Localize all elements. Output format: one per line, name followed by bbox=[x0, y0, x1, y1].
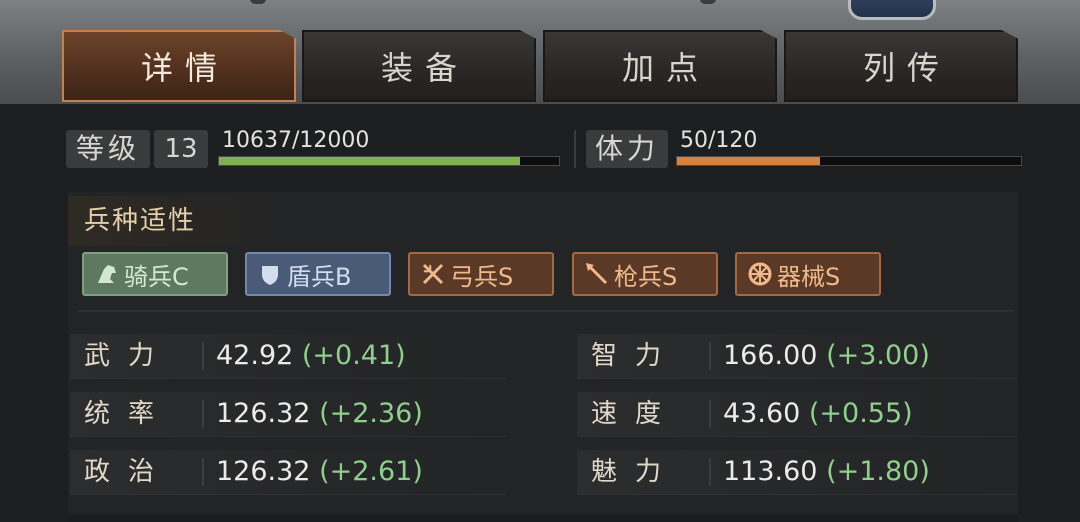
aptitude-shield[interactable]: 盾兵B bbox=[245, 252, 391, 296]
tab-equipment[interactable]: 装备 bbox=[302, 30, 536, 102]
exp-bar bbox=[218, 156, 560, 166]
stat-separator bbox=[709, 342, 711, 370]
stat-label: 政治 bbox=[84, 457, 173, 487]
tab-points-label: 加点 bbox=[621, 49, 710, 87]
horse-icon bbox=[98, 265, 116, 283]
stat-label: 统率 bbox=[84, 399, 173, 429]
emblem-icon[interactable] bbox=[848, 0, 936, 20]
stat-value: 126.32 bbox=[216, 456, 311, 487]
stat-value-wrap: 126.32 (+2.61) bbox=[216, 450, 423, 494]
stat-separator bbox=[709, 458, 711, 486]
level-value: 13 bbox=[154, 130, 208, 168]
stat-separator bbox=[202, 400, 204, 428]
section-divider bbox=[78, 310, 1014, 312]
stat-value-wrap: 126.32 (+2.36) bbox=[216, 392, 423, 436]
tab-biography-label: 列传 bbox=[862, 49, 951, 87]
stat-value: 166.00 bbox=[723, 340, 818, 371]
stat-value-wrap: 166.00 (+3.00) bbox=[723, 334, 930, 378]
stat-row-speed: 速度 43.60 (+0.55) bbox=[577, 392, 1017, 437]
stat-value-wrap: 113.60 (+1.80) bbox=[723, 450, 930, 494]
aptitude-shield-label: 盾兵B bbox=[287, 262, 352, 291]
row-divider bbox=[574, 130, 576, 168]
stat-value-wrap: 42.92 (+0.41) bbox=[216, 334, 406, 378]
aptitude-archer[interactable]: 弓兵S bbox=[408, 252, 554, 296]
aptitude-spear-label: 枪兵S bbox=[614, 262, 678, 291]
top-banner: 详情 装备 加点 列传 bbox=[0, 0, 1080, 104]
stat-separator bbox=[709, 400, 711, 428]
stat-separator bbox=[202, 342, 204, 370]
aptitude-siege-label: 器械S bbox=[777, 262, 841, 291]
stamina-bar-fill bbox=[677, 157, 821, 165]
exp-text: 10637/12000 bbox=[222, 128, 370, 153]
aptitude-cavalry-label: 骑兵C bbox=[124, 262, 189, 291]
stamina-label: 体力 bbox=[586, 130, 668, 168]
stat-separator bbox=[202, 458, 204, 486]
level-label: 等级 bbox=[66, 130, 150, 168]
stat-bonus: (+2.36) bbox=[319, 398, 423, 429]
tab-details[interactable]: 详情 bbox=[62, 30, 296, 102]
stat-label: 武力 bbox=[84, 341, 173, 371]
aptitude-cavalry[interactable]: 骑兵C bbox=[82, 252, 228, 296]
stamina-bar bbox=[676, 156, 1022, 166]
stat-label: 魅力 bbox=[591, 457, 680, 487]
stat-row-charisma: 魅力 113.60 (+1.80) bbox=[577, 450, 1017, 495]
tab-points[interactable]: 加点 bbox=[543, 30, 777, 102]
stat-label: 速度 bbox=[591, 399, 680, 429]
tab-equipment-label: 装备 bbox=[380, 49, 469, 87]
stat-bonus: (+0.55) bbox=[808, 398, 913, 429]
stat-row-politics: 政治 126.32 (+2.61) bbox=[70, 450, 506, 495]
bow-icon bbox=[422, 263, 444, 285]
stat-row-force: 武力 42.92 (+0.41) bbox=[70, 334, 506, 379]
aptitude-archer-label: 弓兵S bbox=[450, 262, 514, 291]
stat-bonus: (+1.80) bbox=[826, 456, 930, 487]
tab-biography[interactable]: 列传 bbox=[784, 30, 1018, 102]
aptitude-spear[interactable]: 枪兵S bbox=[572, 252, 718, 296]
stat-value: 42.92 bbox=[216, 340, 294, 371]
stat-bonus: (+0.41) bbox=[301, 340, 406, 371]
stat-value-wrap: 43.60 (+0.55) bbox=[723, 392, 913, 436]
banner-ornament bbox=[700, 0, 716, 4]
banner-ornament bbox=[250, 0, 266, 4]
stat-bonus: (+2.61) bbox=[319, 456, 423, 487]
wheel-icon bbox=[748, 262, 772, 286]
stat-value: 43.60 bbox=[723, 398, 801, 429]
stat-row-intelligence: 智力 166.00 (+3.00) bbox=[577, 334, 1017, 379]
stat-value: 113.60 bbox=[723, 456, 818, 487]
stat-bonus: (+3.00) bbox=[826, 340, 930, 371]
stamina-text: 50/120 bbox=[680, 128, 758, 153]
stat-label: 智力 bbox=[591, 341, 680, 371]
spear-icon bbox=[586, 263, 608, 285]
tab-details-label: 详情 bbox=[140, 49, 229, 87]
stat-row-command: 统率 126.32 (+2.36) bbox=[70, 392, 506, 437]
aptitude-siege[interactable]: 器械S bbox=[735, 252, 881, 296]
aptitude-title: 兵种适性 bbox=[68, 196, 284, 246]
exp-bar-fill bbox=[219, 157, 521, 165]
shield-icon bbox=[262, 266, 278, 285]
stat-value: 126.32 bbox=[216, 398, 311, 429]
panel-bottom-edge bbox=[68, 514, 1018, 522]
